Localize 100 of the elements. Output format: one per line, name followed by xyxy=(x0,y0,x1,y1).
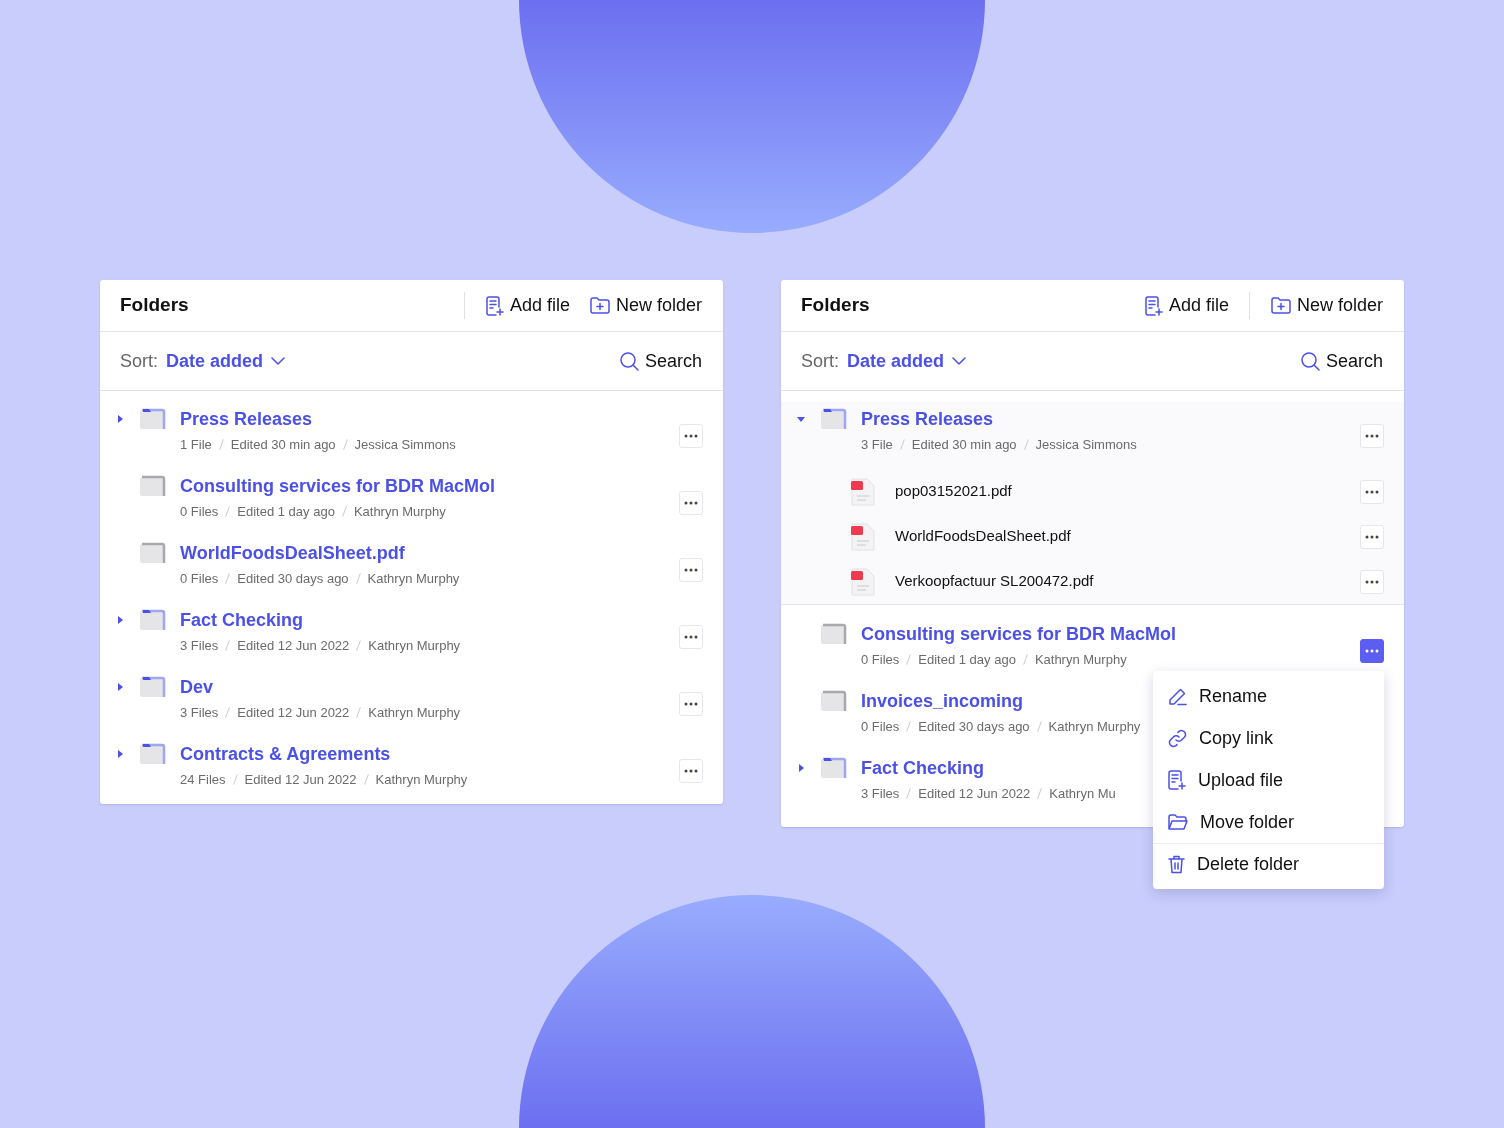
menu-item[interactable]: Copy link xyxy=(1153,717,1384,759)
folder-name-link[interactable]: Press Releases xyxy=(861,408,1137,430)
meta-text: 1 File xyxy=(180,436,212,454)
caret-icon[interactable] xyxy=(796,763,806,773)
file-name: pop03152021.pdf xyxy=(895,481,1012,502)
more-icon xyxy=(684,434,698,438)
more-icon xyxy=(1365,434,1379,438)
meta-text: 0 Files xyxy=(180,570,219,588)
panel-title: Folders xyxy=(120,293,189,318)
more-icon xyxy=(684,769,698,773)
folder-name-link[interactable]: Dev xyxy=(180,676,461,698)
caret-icon[interactable] xyxy=(115,414,125,424)
chevron-down-icon xyxy=(271,357,286,365)
meta-text: Jessica Simmons xyxy=(354,436,456,454)
more-icon xyxy=(1365,489,1379,494)
sort-dropdown[interactable]: Date added xyxy=(166,347,286,375)
folder-icon xyxy=(140,542,166,564)
caret-icon[interactable] xyxy=(115,615,125,625)
folder-icon xyxy=(140,475,166,497)
new-folder-button[interactable]: New folder xyxy=(589,292,702,319)
meta-text: 3 Files xyxy=(861,785,900,803)
meta-text: Edited 12 Jun 2022 xyxy=(237,704,350,722)
caret-icon[interactable] xyxy=(796,414,806,424)
meta-text: Edited 30 min ago xyxy=(230,436,336,454)
meta-text: Kathryn Murphy xyxy=(375,771,468,789)
meta-text: 24 Files xyxy=(180,771,226,789)
folder-name-link[interactable]: Consulting services for BDR MacMol xyxy=(861,623,1177,645)
folder-name-link[interactable]: Invoices_incoming xyxy=(861,690,1141,712)
chevron-down-icon xyxy=(952,357,967,365)
search-button[interactable]: Search xyxy=(1300,347,1383,375)
search-button[interactable]: Search xyxy=(619,347,702,375)
meta-text: Edited 1 day ago xyxy=(918,651,1016,669)
sort-dropdown[interactable]: Date added xyxy=(847,347,967,375)
trash-icon xyxy=(1168,855,1185,874)
folder-plus-icon xyxy=(589,297,610,314)
meta-text: Edited 30 min ago xyxy=(911,436,1017,454)
link-icon xyxy=(1168,728,1187,748)
add-file-button[interactable]: Add file xyxy=(1144,292,1229,319)
pencil-icon xyxy=(1168,686,1187,706)
meta-text: Edited 12 Jun 2022 xyxy=(244,771,357,789)
folder-icon xyxy=(821,690,847,712)
add-file-icon xyxy=(1168,770,1186,790)
pdf-file-icon xyxy=(851,567,875,596)
folder-name-link[interactable]: Fact Checking xyxy=(180,609,461,631)
meta-text: Edited 12 Jun 2022 xyxy=(918,785,1031,803)
folder-icon xyxy=(140,609,166,631)
menu-item[interactable]: Upload file xyxy=(1153,759,1384,801)
meta-text: Edited 30 days ago xyxy=(918,718,1030,736)
folder-icon xyxy=(821,757,847,779)
menu-item[interactable]: Delete folder xyxy=(1153,843,1384,885)
panel-title: Folders xyxy=(801,293,870,318)
new-folder-button[interactable]: New folder xyxy=(1248,292,1383,319)
meta-text: Kathryn Murphy xyxy=(1034,651,1127,669)
meta-text: 0 Files xyxy=(861,718,900,736)
file-name: WorldFoodsDealSheet.pdf xyxy=(895,526,1071,547)
more-icon xyxy=(684,568,698,572)
folder-icon xyxy=(140,408,166,430)
more-icon xyxy=(1365,579,1379,584)
meta-text: Kathryn Murphy xyxy=(353,503,446,521)
pdf-file-icon xyxy=(851,477,875,506)
more-button[interactable] xyxy=(1360,639,1384,663)
caret-icon[interactable] xyxy=(115,682,125,692)
pdf-file-icon xyxy=(851,522,875,551)
caret-icon[interactable] xyxy=(115,749,125,759)
sort-label: Sort: xyxy=(120,349,158,373)
meta-text: Kathryn Murphy xyxy=(368,704,461,722)
meta-text: 0 Files xyxy=(861,651,900,669)
folder-icon xyxy=(140,676,166,698)
folder-name-link[interactable]: Fact Checking xyxy=(861,757,1116,779)
meta-text: Edited 30 days ago xyxy=(237,570,349,588)
menu-item[interactable]: Move folder xyxy=(1153,801,1384,843)
folder-icon xyxy=(821,408,847,430)
sort-label: Sort: xyxy=(801,349,839,373)
file-name: Verkoopfactuur SL200472.pdf xyxy=(895,571,1094,592)
add-file-button[interactable]: Add file xyxy=(463,292,570,319)
more-icon xyxy=(1365,534,1379,539)
folder-icon xyxy=(821,623,847,645)
meta-text: Kathryn Murphy xyxy=(1048,718,1141,736)
folder-name-link[interactable]: Contracts & Agreements xyxy=(180,743,468,765)
meta-text: 3 File xyxy=(861,436,893,454)
meta-text: Edited 1 day ago xyxy=(237,503,335,521)
meta-text: Edited 12 Jun 2022 xyxy=(237,637,350,655)
menu-item[interactable]: Rename xyxy=(1153,675,1384,717)
meta-text: Kathryn Murphy xyxy=(367,570,460,588)
folder-icon xyxy=(140,743,166,765)
meta-text: Jessica Simmons xyxy=(1035,436,1137,454)
search-icon xyxy=(619,351,639,371)
folder-name-link[interactable]: Press Releases xyxy=(180,408,456,430)
open-folder-icon xyxy=(1168,813,1188,831)
more-icon xyxy=(684,501,698,505)
more-icon xyxy=(1365,649,1379,653)
meta-text: Kathryn Murphy xyxy=(368,637,461,655)
folder-plus-icon xyxy=(1270,297,1291,314)
add-file-icon xyxy=(1144,295,1163,316)
more-icon xyxy=(684,635,698,639)
meta-text: 3 Files xyxy=(180,637,219,655)
folder-name-link[interactable]: WorldFoodsDealSheet.pdf xyxy=(180,542,460,564)
meta-text: Kathryn Mu xyxy=(1049,785,1116,803)
folder-name-link[interactable]: Consulting services for BDR MacMol xyxy=(180,475,496,497)
meta-text: 0 Files xyxy=(180,503,219,521)
